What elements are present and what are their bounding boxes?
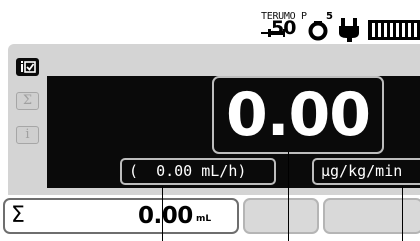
ac-power-plug-icon bbox=[339, 18, 359, 42]
syringe-size: 50 bbox=[271, 17, 296, 39]
callout-line-volume bbox=[162, 186, 163, 241]
total-volume-value: 0.00 bbox=[138, 203, 193, 229]
sidebar-tab-info-check[interactable] bbox=[16, 58, 39, 76]
battery-icon bbox=[368, 20, 420, 40]
rate-value: 0.00 bbox=[225, 80, 371, 150]
callout-line-rate bbox=[288, 152, 289, 241]
dose-unit-text: μg/kg/min bbox=[321, 162, 403, 180]
total-volume-unit: mL bbox=[196, 214, 212, 224]
sidebar-tab-total-volume[interactable]: Σ bbox=[16, 92, 39, 110]
sidebar-tab-information[interactable]: i bbox=[16, 126, 39, 144]
info-check-icon bbox=[21, 61, 36, 73]
pump-screen: TERUMO P 50 5 Σ i 0.00 (0.00 mL/h) μg/k… bbox=[0, 0, 420, 241]
infusion-line-icon bbox=[308, 21, 328, 41]
callout-line-unit bbox=[402, 186, 403, 241]
blank-soft-key-2[interactable] bbox=[323, 198, 420, 234]
sigma-icon: Σ bbox=[11, 203, 25, 228]
sigma-icon: Σ bbox=[22, 93, 33, 108]
info-icon: i bbox=[25, 127, 30, 142]
flow-rate-text: ( 0.00 mL/h) bbox=[129, 162, 247, 180]
status-bar: TERUMO P 50 5 bbox=[0, 0, 420, 46]
line-indicator: 5 bbox=[326, 11, 333, 22]
blank-soft-key-1[interactable] bbox=[243, 198, 319, 234]
